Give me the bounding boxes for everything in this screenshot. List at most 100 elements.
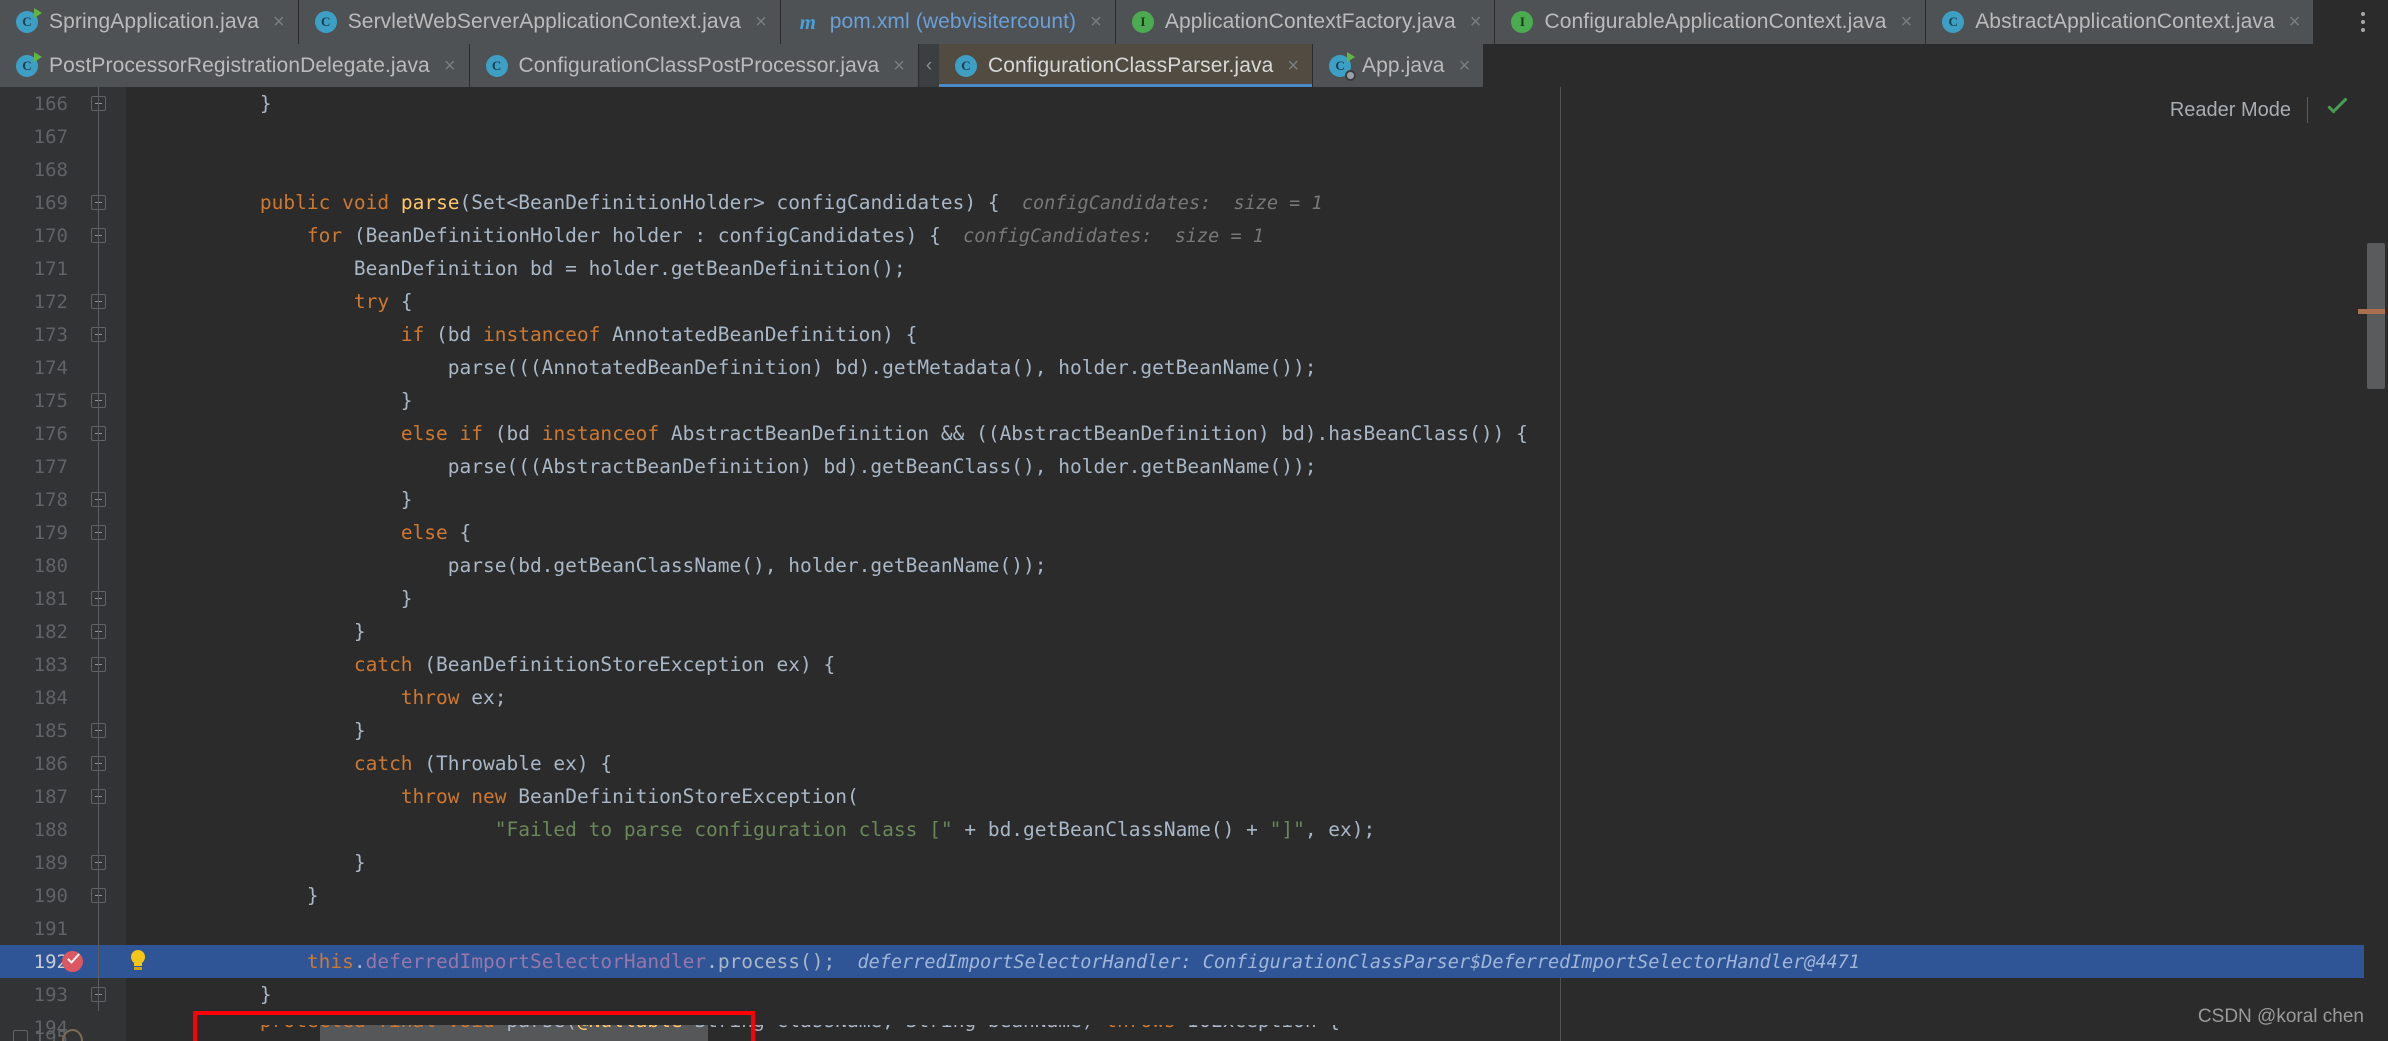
gutter-cell[interactable] xyxy=(78,648,126,681)
code-text[interactable]: parse(((AnnotatedBeanDefinition) bd).get… xyxy=(126,356,2388,379)
code-line[interactable]: 183 catch (BeanDefinitionStoreException … xyxy=(0,648,2388,681)
code-line[interactable]: 175 } xyxy=(0,384,2388,417)
gutter-cell[interactable] xyxy=(78,516,126,549)
gutter-cell[interactable] xyxy=(78,219,126,252)
code-line[interactable]: 169 public void parse(Set<BeanDefinition… xyxy=(0,186,2388,219)
gutter-cell[interactable] xyxy=(78,879,126,912)
code-line[interactable]: 184 throw ex; xyxy=(0,681,2388,714)
code-line[interactable]: 189 } xyxy=(0,846,2388,879)
scrollbar-thumb[interactable] xyxy=(2367,243,2385,389)
code-line[interactable]: 181 } xyxy=(0,582,2388,615)
tab-pom-xml[interactable]: m pom.xml (webvisitercount) × xyxy=(780,0,1116,44)
tab-close-icon[interactable]: × xyxy=(1456,56,1471,76)
tab-post-processor-registration-delegate[interactable]: C PostProcessorRegistrationDelegate.java… xyxy=(0,44,470,87)
editor-scrollbar-track[interactable] xyxy=(2358,87,2388,1041)
tab-app[interactable]: C App.java × xyxy=(1313,44,1485,87)
code-line[interactable]: 190 } xyxy=(0,879,2388,912)
tab-configuration-class-parser[interactable]: C ConfigurationClassParser.java × xyxy=(938,44,1314,87)
gutter-cell[interactable] xyxy=(78,978,126,1011)
gutter-cell[interactable] xyxy=(78,681,126,714)
reader-mode-indicator[interactable]: Reader Mode xyxy=(2170,97,2350,123)
code-line[interactable]: 191 xyxy=(0,912,2388,945)
tab-close-icon[interactable]: × xyxy=(1087,12,1102,32)
code-text[interactable]: for (BeanDefinitionHolder holder : confi… xyxy=(126,224,2388,247)
code-text[interactable]: } xyxy=(126,92,2388,115)
code-text[interactable]: throw ex; xyxy=(126,686,2388,709)
tab-spring-application[interactable]: C SpringApplication.java × xyxy=(0,0,299,44)
code-text[interactable]: } xyxy=(126,851,2388,874)
check-icon[interactable] xyxy=(2324,97,2350,123)
code-text[interactable]: catch (BeanDefinitionStoreException ex) … xyxy=(126,653,2388,676)
gutter-cell[interactable] xyxy=(78,714,126,747)
tab-bar-more-options-icon[interactable] xyxy=(2352,0,2374,44)
gutter-cell[interactable] xyxy=(78,318,126,351)
gutter-cell[interactable] xyxy=(78,351,126,384)
gutter-cell[interactable] xyxy=(78,945,126,978)
gutter-cell[interactable] xyxy=(78,384,126,417)
code-line[interactable]: 188 "Failed to parse configuration class… xyxy=(0,813,2388,846)
code-line[interactable]: 192 this.deferredImportSelectorHandler.p… xyxy=(0,945,2388,978)
gutter-cell[interactable] xyxy=(78,813,126,846)
code-line[interactable]: 168 xyxy=(0,153,2388,186)
gutter-cell[interactable] xyxy=(78,483,126,516)
code-line[interactable]: 176 else if (bd instanceof AbstractBeanD… xyxy=(0,417,2388,450)
code-text[interactable]: catch (Throwable ex) { xyxy=(126,752,2388,775)
gutter-cell[interactable] xyxy=(78,120,126,153)
gutter-cell[interactable] xyxy=(78,450,126,483)
gutter-cell[interactable] xyxy=(78,285,126,318)
gutter-cell[interactable] xyxy=(78,549,126,582)
gutter-cell[interactable] xyxy=(78,153,126,186)
code-text[interactable]: else if (bd instanceof AbstractBeanDefin… xyxy=(126,422,2388,445)
code-text[interactable]: this.deferredImportSelectorHandler.proce… xyxy=(126,950,2388,973)
tab-close-icon[interactable]: × xyxy=(441,56,456,76)
tab-close-icon[interactable]: × xyxy=(1898,12,1913,32)
fold-marker-195[interactable] xyxy=(13,1030,28,1041)
code-text[interactable]: } xyxy=(126,719,2388,742)
tab-servlet-web-server-application-context[interactable]: C ServletWebServerApplicationContext.jav… xyxy=(298,0,781,44)
code-text[interactable]: } xyxy=(126,983,2388,1006)
gutter-cell[interactable] xyxy=(78,252,126,285)
code-line[interactable]: 170 for (BeanDefinitionHolder holder : c… xyxy=(0,219,2388,252)
gutter-cell[interactable] xyxy=(78,912,126,945)
code-lines[interactable]: 166 } 167 168 169 public void parse(Set<Bea… xyxy=(0,87,2388,1041)
code-text[interactable]: } xyxy=(126,884,2388,907)
code-text[interactable]: } xyxy=(126,389,2388,412)
code-editor[interactable]: Reader Mode 166 } 167 168 169 public void p… xyxy=(0,87,2388,1041)
code-line[interactable]: 178 } xyxy=(0,483,2388,516)
tab-close-icon[interactable]: × xyxy=(1284,56,1299,76)
code-text[interactable]: } xyxy=(126,488,2388,511)
code-text[interactable]: "Failed to parse configuration class [" … xyxy=(126,818,2388,841)
code-text[interactable]: throw new BeanDefinitionStoreException( xyxy=(126,785,2388,808)
code-line[interactable]: 187 throw new BeanDefinitionStoreExcepti… xyxy=(0,780,2388,813)
gutter-cell[interactable] xyxy=(78,1011,126,1041)
code-text[interactable]: public void parse(Set<BeanDefinitionHold… xyxy=(126,191,2388,214)
code-text[interactable]: if (bd instanceof AnnotatedBeanDefinitio… xyxy=(126,323,2388,346)
gutter-cell[interactable] xyxy=(78,780,126,813)
tab-scroll-left-icon[interactable]: ‹ xyxy=(918,44,939,87)
code-line[interactable]: 167 xyxy=(0,120,2388,153)
intention-bulb-icon[interactable] xyxy=(128,950,148,973)
code-text[interactable]: parse(bd.getBeanClassName(), holder.getB… xyxy=(126,554,2388,577)
code-line[interactable]: 173 if (bd instanceof AnnotatedBeanDefin… xyxy=(0,318,2388,351)
code-line[interactable]: 177 parse(((AbstractBeanDefinition) bd).… xyxy=(0,450,2388,483)
tab-close-icon[interactable]: × xyxy=(890,56,905,76)
gutter-cell[interactable] xyxy=(78,186,126,219)
scrollbar-marker[interactable] xyxy=(2358,309,2385,314)
gutter-cell[interactable] xyxy=(78,747,126,780)
tab-close-icon[interactable]: × xyxy=(270,12,285,32)
code-line[interactable]: 166 } xyxy=(0,87,2388,120)
code-text[interactable]: BeanDefinition bd = holder.getBeanDefini… xyxy=(126,257,2388,280)
code-line[interactable]: 180 parse(bd.getBeanClassName(), holder.… xyxy=(0,549,2388,582)
code-text[interactable]: try { xyxy=(126,290,2388,313)
tab-configurable-application-context[interactable]: I ConfigurableApplicationContext.java × xyxy=(1495,0,1927,44)
gutter-cell[interactable] xyxy=(78,846,126,879)
code-line[interactable]: 174 parse(((AnnotatedBeanDefinition) bd)… xyxy=(0,351,2388,384)
gutter-cell[interactable] xyxy=(78,417,126,450)
tab-configuration-class-post-processor[interactable]: C ConfigurationClassPostProcessor.java × xyxy=(469,44,919,87)
tab-close-icon[interactable]: × xyxy=(2286,12,2301,32)
code-line[interactable]: 171 BeanDefinition bd = holder.getBeanDe… xyxy=(0,252,2388,285)
gutter-cell[interactable] xyxy=(78,615,126,648)
code-text[interactable]: parse(((AbstractBeanDefinition) bd).getB… xyxy=(126,455,2388,478)
code-line[interactable]: 182 } xyxy=(0,615,2388,648)
code-line[interactable]: 179 else { xyxy=(0,516,2388,549)
